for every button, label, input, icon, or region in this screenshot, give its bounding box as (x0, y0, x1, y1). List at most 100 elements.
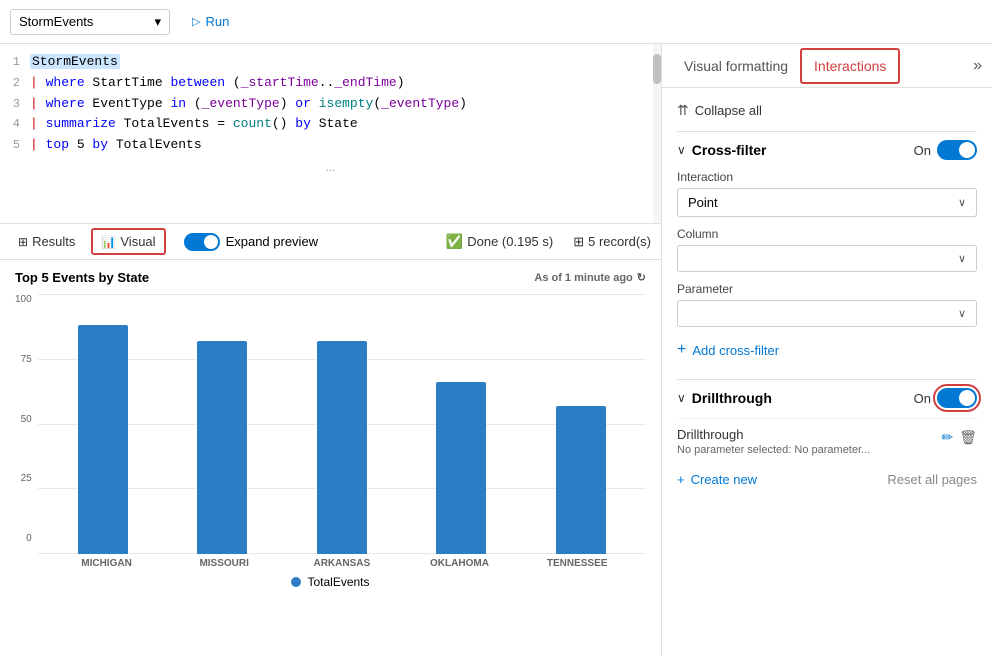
create-plus-icon: + (677, 472, 685, 487)
create-new-label: Create new (691, 472, 757, 487)
column-field-label: Column (677, 227, 977, 241)
interactions-label: Interactions (814, 58, 886, 74)
code-line-5: 5 | top 5 by TotalEvents (0, 135, 661, 156)
cross-filter-toggle: On (914, 140, 977, 160)
column-dropdown[interactable]: ∨ (677, 245, 977, 272)
expand-preview-toggle[interactable]: Expand preview (184, 233, 319, 251)
bar (436, 382, 486, 554)
expand-preview-label: Expand preview (226, 234, 319, 249)
visual-label: Visual (120, 234, 155, 249)
expand-toggle-switch[interactable] (184, 233, 220, 251)
line-num-4: 4 (0, 115, 30, 134)
line-num-2: 2 (0, 74, 30, 93)
run-icon: ▷ (192, 15, 200, 28)
cross-filter-toggle-switch[interactable] (937, 140, 977, 160)
parameter-field-label: Parameter (677, 282, 977, 296)
records-badge: ⊞ 5 record(s) (573, 234, 651, 250)
bar (556, 406, 606, 554)
bar-group[interactable] (526, 294, 636, 554)
cross-filter-chevron[interactable]: ∨ (677, 143, 686, 157)
scrollbar-thumb (653, 54, 661, 84)
drillthrough-item-subtitle: No parameter selected: No parameter... (677, 444, 941, 456)
scrollbar[interactable] (653, 44, 661, 223)
visual-formatting-label: Visual formatting (684, 58, 788, 74)
refresh-icon[interactable]: ↻ (637, 271, 646, 284)
edit-icon[interactable]: ✏ (941, 429, 953, 446)
divider-2 (677, 379, 977, 380)
bar-group[interactable] (48, 294, 158, 554)
code-line-3: 3 | where EventType in (_eventType) or i… (0, 94, 661, 115)
done-label: Done (0.195 s) (467, 234, 553, 249)
reset-pages[interactable]: Reset all pages (887, 472, 977, 487)
bars-row (38, 294, 646, 554)
code-ellipsis: ... (0, 156, 661, 178)
done-status: ✅ Done (0.195 s) (446, 233, 553, 250)
drillthrough-toggle-switch[interactable] (937, 388, 977, 408)
chart-title-text: Top 5 Events by State (15, 270, 149, 285)
create-new[interactable]: + Create new (677, 472, 757, 487)
interaction-dropdown[interactable]: Point ∨ (677, 188, 977, 217)
drillthrough-chevron[interactable]: ∨ (677, 391, 686, 405)
drillthrough-item: Drillthrough No parameter selected: No p… (677, 418, 977, 464)
y-label-75: 75 (15, 354, 32, 365)
chart-area: Top 5 Events by State As of 1 minute ago… (0, 260, 661, 656)
expand-toggle-knob (204, 235, 218, 249)
run-button[interactable]: ▷ Run (180, 10, 241, 33)
code-text-5: | top 5 by TotalEvents (30, 135, 661, 156)
bar-group[interactable] (167, 294, 277, 554)
tab-results[interactable]: ⊞ Results (10, 230, 83, 253)
code-keyword-stormevent: StormEvents (30, 54, 120, 69)
code-line-2: 2 | where StartTime between (_startTime.… (0, 73, 661, 94)
add-plus-icon: + (677, 341, 686, 359)
line-num-1: 1 (0, 53, 30, 72)
tab-visual-formatting[interactable]: Visual formatting (672, 50, 800, 82)
add-cross-filter[interactable]: + Add cross-filter (677, 337, 977, 363)
dataset-name: StormEvents (19, 14, 93, 29)
x-label: TENNESSEE (518, 558, 636, 569)
x-label: MICHIGAN (48, 558, 166, 569)
grid-and-bars (38, 294, 646, 554)
line-num-3: 3 (0, 95, 30, 114)
x-label: ARKANSAS (283, 558, 401, 569)
tab-interactions[interactable]: Interactions (800, 48, 900, 84)
results-icon: ⊞ (18, 235, 28, 249)
code-line-1: 1 StormEvents (0, 52, 661, 73)
drillthrough-title: Drillthrough (692, 390, 908, 406)
dataset-select[interactable]: StormEvents ▾ (10, 9, 170, 35)
code-editor[interactable]: 1 StormEvents 2 | where StartTime betwee… (0, 44, 661, 224)
tab-visual[interactable]: 📊 Visual (91, 228, 165, 255)
chart-legend: TotalEvents (15, 575, 646, 589)
run-label: Run (205, 14, 229, 29)
interaction-value: Point (688, 195, 718, 210)
parameter-dropdown[interactable]: ∨ (677, 300, 977, 327)
interaction-field-label: Interaction (677, 170, 977, 184)
interaction-arrow: ∨ (958, 196, 966, 209)
cross-filter-toggle-knob (959, 142, 975, 158)
bar-group[interactable] (407, 294, 517, 554)
drillthrough-section: ∨ Drillthrough On Drillthrough No parame… (677, 388, 977, 487)
y-label-50: 50 (15, 414, 32, 425)
left-panel: 1 StormEvents 2 | where StartTime betwee… (0, 44, 662, 656)
drillthrough-toggle-label: On (914, 391, 931, 406)
legend-label: TotalEvents (307, 575, 369, 589)
expand-right-btn[interactable]: » (973, 57, 982, 75)
bar-group[interactable] (287, 294, 397, 554)
done-icon: ✅ (446, 233, 463, 250)
bar (78, 325, 128, 554)
cross-filter-header: ∨ Cross-filter On (677, 140, 977, 160)
chart-title: Top 5 Events by State As of 1 minute ago… (15, 270, 646, 285)
chart-wrapper: 100 75 50 25 0 (15, 289, 646, 569)
drillthrough-toggle: On (914, 388, 977, 408)
parameter-arrow: ∨ (958, 307, 966, 320)
code-text-4: | summarize TotalEvents = count() by Sta… (30, 114, 661, 135)
code-text-2: | where StartTime between (_startTime.._… (30, 73, 661, 94)
collapse-all[interactable]: ⇈ Collapse all (677, 98, 977, 123)
drillthrough-toggle-knob (959, 390, 975, 406)
y-label-100: 100 (15, 294, 32, 305)
drillthrough-info: Drillthrough No parameter selected: No p… (677, 427, 941, 456)
cross-filter-title: Cross-filter (692, 142, 908, 158)
delete-icon[interactable]: 🗑 (959, 429, 977, 446)
bar (197, 341, 247, 554)
drillthrough-header: ∨ Drillthrough On (677, 388, 977, 408)
visual-icon: 📊 (101, 235, 116, 249)
